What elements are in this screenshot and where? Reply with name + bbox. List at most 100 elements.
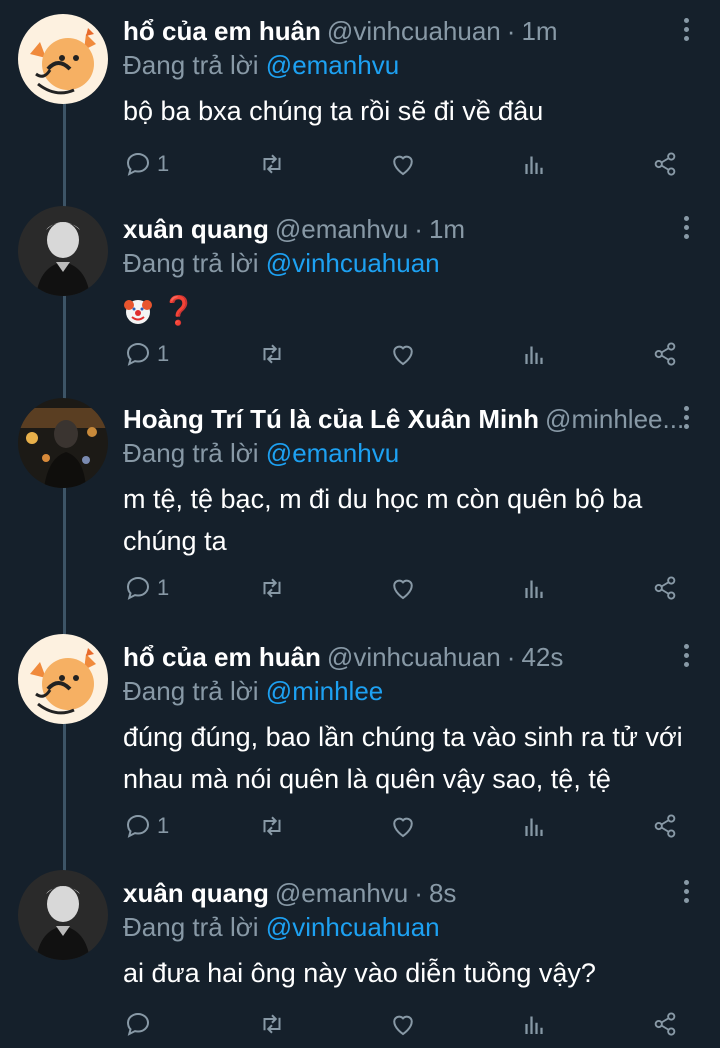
separator-dot: · [414,213,423,244]
share-button[interactable] [650,806,680,846]
like-button[interactable] [388,568,418,608]
reply-icon [126,152,150,176]
author-handle[interactable]: @emanhvu [275,214,408,245]
author-handle[interactable]: @vinhcuahuan [327,642,501,673]
retweet-button[interactable] [257,144,287,184]
stats-button[interactable] [519,1004,549,1044]
tweet[interactable]: xuân quang @emanhvu · 8s Đang trả lời @v… [0,870,720,1048]
avatar[interactable] [18,634,108,724]
avatar[interactable] [18,14,108,104]
more-icon[interactable] [672,14,700,44]
retweet-icon [263,816,281,836]
stats-icon [525,156,543,174]
reply-button[interactable]: 1 [123,806,169,846]
timestamp[interactable]: 42s [521,642,563,673]
person-avatar-icon [18,206,108,296]
reply-mention-link[interactable]: @emanhvu [266,438,399,468]
tweet[interactable]: hổ của em huân @vinhcuahuan · 42s Đang t… [0,634,720,850]
tweet-text: ai đưa hai ông này vào diễn tuồng vậy? [123,958,596,988]
tweet-text: bộ ba bxa chúng ta rồi sẽ đi về đâu [123,96,544,126]
tweet[interactable]: xuân quang @emanhvu · 1m Đang trả lời @v… [0,206,720,382]
more-icon[interactable] [672,212,700,242]
like-icon [393,345,413,366]
reply-mention-link[interactable]: @vinhcuahuan [266,912,440,942]
reply-mention-link[interactable]: @emanhvu [266,50,399,80]
share-button[interactable] [650,334,680,374]
reply-button[interactable]: 1 [123,334,169,374]
stats-button[interactable] [519,806,549,846]
retweet-button[interactable] [257,1004,287,1044]
author-handle[interactable]: @vinhcuahuan [327,16,501,47]
author-name[interactable]: hổ của em huân [123,642,321,673]
separator-dot: · [506,641,516,672]
tiger-avatar-icon [18,14,108,104]
share-icon [654,342,676,366]
reply-prefix: Đang trả lời [123,676,259,706]
retweet-icon [263,578,281,598]
reply-context: Đang trả lời @emanhvu [123,436,700,470]
reply-mention-link[interactable]: @minhlee [266,676,383,706]
author-name[interactable]: xuân quang [123,878,269,909]
reply-icon [126,1012,150,1036]
like-button[interactable] [388,144,418,184]
like-icon [393,579,413,600]
reply-count: 1 [157,151,170,176]
retweet-button[interactable] [257,334,287,374]
reply-mention-link[interactable]: @vinhcuahuan [266,248,440,278]
author-handle[interactable]: @emanhvu [275,878,408,909]
reply-prefix: Đang trả lời [123,438,259,468]
like-button[interactable] [388,806,418,846]
avatar[interactable] [18,398,108,488]
stats-button[interactable] [519,568,549,608]
share-button[interactable] [650,1004,680,1044]
stats-icon [525,580,543,598]
retweet-icon [263,344,281,364]
tweet-actions: 1 [123,334,683,374]
reply-button[interactable] [123,1004,157,1044]
conversation-thread: hổ của em huân @vinhcuahuan · 1m Đang tr… [0,0,720,1048]
stats-icon [525,346,543,364]
reply-icon [126,342,150,366]
reply-prefix: Đang trả lời [123,248,259,278]
more-icon[interactable] [672,640,700,670]
tweet-text: m tệ, tệ bạc, m đi du học m còn quên bộ … [123,484,643,556]
stats-button[interactable] [519,334,549,374]
clown-face-icon [124,299,152,324]
retweet-button[interactable] [257,568,287,608]
more-icon[interactable] [672,876,700,906]
share-button[interactable] [650,144,680,184]
reply-context: Đang trả lời @minhlee [123,674,700,708]
author-name[interactable]: hổ của em huân [123,16,321,47]
avatar[interactable] [18,206,108,296]
reply-prefix: Đang trả lời [123,912,259,942]
author-handle[interactable]: @minhlee... [545,404,684,435]
author-name[interactable]: Hoàng Trí Tú là của Lê Xuân Minh [123,404,539,435]
share-icon [654,576,676,600]
stats-button[interactable] [519,144,549,184]
share-button[interactable] [650,568,680,608]
separator-dot: · [414,877,423,908]
retweet-icon [263,1014,281,1034]
stats-icon [525,818,543,836]
question-mark-emoji: ❓ [161,294,196,326]
tweet[interactable]: hổ của em huân @vinhcuahuan · 1m Đang tr… [0,14,720,194]
timestamp[interactable]: 1m [429,214,465,245]
avatar[interactable] [18,870,108,960]
tweet[interactable]: Hoàng Trí Tú là của Lê Xuân Minh @minhle… [0,398,720,612]
reply-button[interactable]: 1 [123,144,169,184]
share-icon [654,152,676,176]
more-icon[interactable] [672,402,700,432]
share-icon [654,814,676,838]
tweet-text: ❓ [123,288,700,332]
author-name[interactable]: xuân quang [123,214,269,245]
tweet-actions: 1 [123,806,683,846]
timestamp[interactable]: 8s [429,878,456,909]
share-icon [654,1012,676,1036]
like-button[interactable] [388,1004,418,1044]
timestamp[interactable]: 1m [521,16,557,47]
reply-count: 1 [157,341,170,366]
reply-button[interactable]: 1 [123,568,169,608]
tweet-actions [123,1004,683,1044]
like-button[interactable] [388,334,418,374]
retweet-button[interactable] [257,806,287,846]
